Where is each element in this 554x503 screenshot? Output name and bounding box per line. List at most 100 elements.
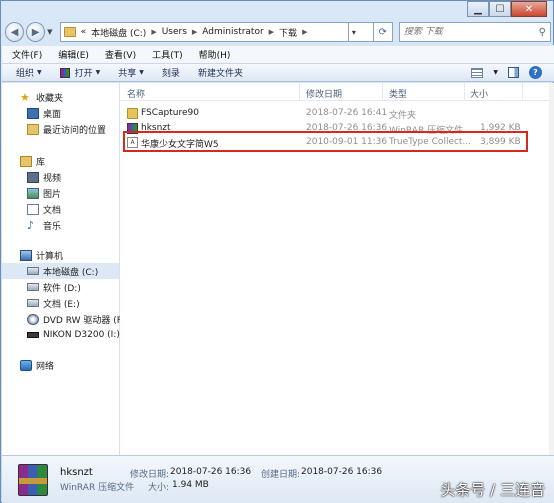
search-box[interactable]: ⚲ (398, 22, 551, 42)
column-divider[interactable] (382, 83, 383, 101)
breadcrumb-users[interactable]: Users (162, 27, 187, 37)
address-bar[interactable]: « 本地磁盘 (C:) ▶ Users ▶ Administrator ▶ 下载… (59, 22, 349, 42)
chevron-down-icon[interactable]: ▼ (493, 69, 498, 76)
column-name[interactable]: 名称 (127, 87, 145, 100)
nav-drive-i-label: NIKON D3200 (I:) (43, 330, 120, 340)
highlight-annotation (123, 131, 528, 152)
nav-documents[interactable]: 文档 (27, 201, 61, 217)
breadcrumb-drive-c[interactable]: 本地磁盘 (C:) (91, 26, 146, 39)
menu-view[interactable]: 查看(V) (105, 48, 136, 61)
details-created-value: 2018-07-26 16:36 (301, 467, 383, 477)
star-icon: ★ (20, 90, 30, 104)
open-button[interactable]: 打开 ▼ (59, 66, 101, 79)
file-row-fscapture[interactable]: FSCapture90 2018-07-26 16:41 文件夹 (120, 107, 549, 121)
nav-recent[interactable]: 最近访问的位置 (27, 121, 106, 137)
search-icon[interactable]: ⚲ (539, 27, 546, 38)
breadcrumb-arrow-icon[interactable]: ▶ (192, 28, 197, 36)
new-folder-button[interactable]: 新建文件夹 (198, 66, 243, 79)
nav-drive-c[interactable]: 本地磁盘 (C:) (2, 263, 119, 279)
column-headers: 名称 修改日期 类型 大小 (120, 83, 549, 101)
breadcrumb-arrow-icon[interactable]: ▶ (269, 28, 274, 36)
chevron-down-icon: ▼ (95, 69, 101, 76)
menu-tools[interactable]: 工具(T) (152, 48, 183, 61)
forward-button[interactable]: ▶ (26, 22, 46, 42)
nav-music[interactable]: ♪ 音乐 (27, 217, 61, 233)
burn-button[interactable]: 刻录 (162, 66, 180, 79)
address-row: ◀ ▶ ▼ « 本地磁盘 (C:) ▶ Users ▶ Administrato… (5, 21, 551, 43)
toolbar-right: ▼ ? (471, 66, 554, 79)
share-label: 共享 (118, 69, 137, 79)
library-icon (20, 155, 32, 167)
preview-pane-icon[interactable] (508, 67, 519, 78)
menu-edit[interactable]: 编辑(E) (58, 48, 89, 61)
nav-recent-label: 最近访问的位置 (43, 125, 107, 136)
nav-drive-e[interactable]: 文档 (E:) (27, 295, 80, 311)
folder-icon (63, 27, 76, 37)
nav-computer-label: 计算机 (36, 251, 64, 262)
breadcrumb-downloads[interactable]: 下载 (279, 26, 297, 39)
breadcrumb-administrator[interactable]: Administrator (202, 27, 263, 37)
nav-videos-label: 视频 (43, 173, 62, 184)
new-folder-label: 新建文件夹 (197, 69, 243, 79)
maximize-button[interactable]: ☐ (489, 1, 511, 17)
help-icon[interactable]: ? (529, 66, 542, 79)
open-label: 打开 (74, 69, 93, 79)
nav-drive-d[interactable]: 软件 (D:) (27, 279, 81, 295)
organize-label: 组织 (16, 69, 35, 79)
nav-drive-f[interactable]: DVD RW 驱动器 (F: (27, 311, 124, 327)
column-type[interactable]: 类型 (389, 87, 407, 100)
column-divider[interactable] (464, 83, 465, 101)
camera-icon (27, 332, 39, 338)
nav-drive-d-label: 软件 (D:) (43, 283, 81, 294)
recent-pages-dropdown-icon[interactable]: ▼ (47, 28, 56, 36)
nav-videos[interactable]: 视频 (27, 169, 61, 185)
back-button[interactable]: ◀ (5, 22, 25, 42)
refresh-button[interactable]: ⟳ (373, 22, 393, 42)
nav-favorites[interactable]: ★ 收藏夹 (20, 89, 63, 105)
refresh-icon: ⟳ (378, 26, 388, 38)
video-icon (27, 171, 39, 183)
nav-desktop[interactable]: 桌面 (27, 105, 61, 121)
nav-libraries[interactable]: 库 (20, 153, 45, 169)
nav-network[interactable]: 网络 (20, 357, 54, 373)
close-button[interactable]: ✕ (511, 1, 547, 17)
file-date: 2018-07-26 16:41 (306, 108, 388, 118)
breadcrumb-overflow[interactable]: « (81, 27, 87, 37)
folder-icon (127, 108, 138, 119)
nav-drive-i[interactable]: NIKON D3200 (I:) (27, 327, 120, 343)
network-icon (20, 359, 32, 371)
column-divider[interactable] (299, 83, 300, 101)
rar-archive-icon (18, 464, 48, 496)
share-button[interactable]: 共享 ▼ (118, 66, 144, 79)
column-divider[interactable] (522, 83, 523, 101)
nav-computer[interactable]: 计算机 (20, 247, 63, 263)
details-modified-value: 2018-07-26 16:36 (170, 467, 252, 477)
vertical-scrollbar[interactable] (549, 83, 554, 455)
breadcrumb-arrow-icon[interactable]: ▶ (151, 28, 156, 36)
organize-button[interactable]: 组织 ▼ (16, 66, 42, 79)
details-size-value: 1.94 MB (172, 480, 209, 490)
breadcrumb-arrow-icon[interactable]: ▶ (302, 28, 307, 36)
hard-drive-icon (27, 267, 39, 275)
navigation-pane: ★ 收藏夹 桌面 最近访问的位置 库 视频 图片 文档 ♪ 音乐 计算机 本地磁… (2, 83, 124, 455)
menu-help[interactable]: 帮助(H) (199, 48, 231, 61)
column-size[interactable]: 大小 (470, 87, 488, 100)
nav-pictures[interactable]: 图片 (27, 185, 61, 201)
view-options-icon[interactable] (471, 67, 484, 78)
chevron-down-icon: ▼ (37, 69, 42, 76)
address-dropdown[interactable]: ▾ (348, 22, 374, 42)
watermark-text: 头条号 / 三连音 (440, 481, 545, 499)
minimize-button[interactable]: ▁ (467, 1, 489, 17)
nav-drive-e-label: 文档 (E:) (43, 299, 80, 310)
nav-network-label: 网络 (36, 361, 55, 372)
nav-documents-label: 文档 (43, 205, 62, 216)
nav-libraries-label: 库 (36, 157, 46, 168)
menu-file[interactable]: 文件(F) (12, 48, 42, 61)
window-controls: ▁ ☐ ✕ (467, 1, 547, 17)
music-note-icon: ♪ (27, 218, 35, 232)
column-date[interactable]: 修改日期 (306, 87, 342, 100)
nav-music-label: 音乐 (43, 221, 62, 232)
picture-icon (27, 187, 39, 199)
search-input[interactable] (403, 27, 524, 37)
rar-icon (59, 67, 70, 78)
